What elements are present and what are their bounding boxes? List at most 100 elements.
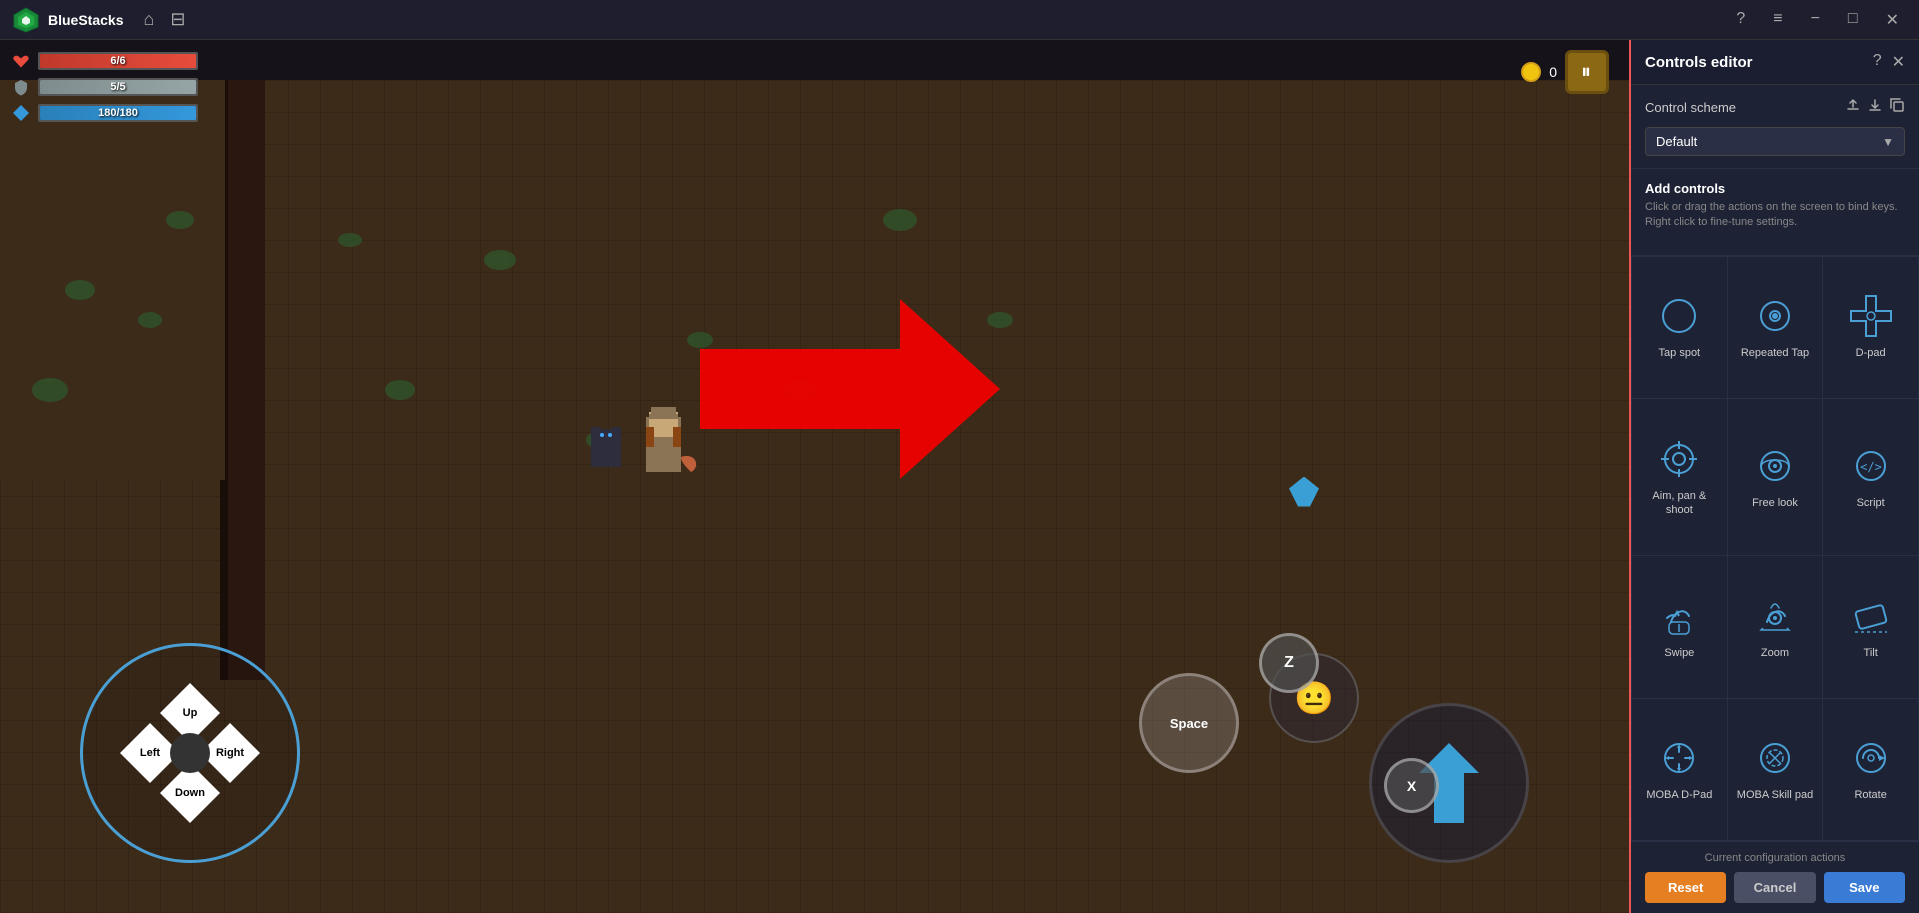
dropdown-arrow-icon: ▼ <box>1882 135 1894 149</box>
cancel-button[interactable]: Cancel <box>1734 872 1815 903</box>
swipe-icon <box>1657 594 1701 638</box>
scheme-value: Default <box>1656 134 1697 149</box>
control-zoom[interactable]: Zoom <box>1728 556 1823 697</box>
control-rotate[interactable]: Rotate <box>1823 699 1918 840</box>
zoom-icon <box>1753 594 1797 638</box>
game-area: 6/6 5/5 <box>0 40 1629 913</box>
panel-title: Controls editor <box>1645 54 1753 71</box>
config-text: Current configuration actions <box>1645 852 1905 864</box>
menu-button[interactable]: ≡ <box>1765 6 1790 34</box>
dpad-label: D-pad <box>1856 346 1886 360</box>
panel-footer: Current configuration actions Reset Canc… <box>1631 841 1919 913</box>
windows-icon[interactable]: ⊟ <box>170 9 185 30</box>
mana-text: 5/5 <box>40 80 196 94</box>
z-button[interactable]: Z <box>1259 633 1319 693</box>
aim-icon <box>1657 437 1701 481</box>
panel-header: Controls editor ? ✕ <box>1631 40 1919 85</box>
shield-icon <box>10 76 32 98</box>
home-icon[interactable]: ⌂ <box>143 9 154 30</box>
x-button[interactable]: X <box>1384 758 1439 813</box>
reset-button[interactable]: Reset <box>1645 872 1726 903</box>
copy-scheme-icon[interactable] <box>1889 97 1905 117</box>
svg-text:</>: </> <box>1860 460 1882 474</box>
repeated-tap-icon <box>1753 294 1797 338</box>
panel-header-icons: ? ✕ <box>1873 52 1905 72</box>
maximize-button[interactable]: □ <box>1840 6 1866 34</box>
control-swipe[interactable]: Swipe <box>1632 556 1727 697</box>
z-label: Z <box>1284 654 1294 672</box>
dpad-up-label: Up <box>183 707 198 719</box>
moba-dpad-icon <box>1657 736 1701 780</box>
tap-spot-label: Tap spot <box>1659 346 1701 360</box>
minimize-button[interactable]: − <box>1803 6 1828 34</box>
zoom-label: Zoom <box>1761 646 1789 660</box>
health-text: 6/6 <box>40 54 196 68</box>
free-look-icon <box>1753 444 1797 488</box>
health-bar-row: 6/6 <box>10 50 198 72</box>
close-button[interactable]: ✕ <box>1878 6 1907 34</box>
heart-icon <box>10 50 32 72</box>
dpad-circle: Up Down Left Right <box>80 643 300 863</box>
scheme-label: Control scheme <box>1645 100 1837 115</box>
coin-count: 0 <box>1549 64 1557 80</box>
pause-button[interactable]: ⏸ <box>1565 50 1609 94</box>
control-tilt[interactable]: Tilt <box>1823 556 1918 697</box>
nav-icons: ⌂ ⊟ <box>143 9 185 30</box>
script-label: Script <box>1857 496 1885 510</box>
health-bar: 6/6 <box>38 52 198 70</box>
swipe-label: Swipe <box>1664 646 1694 660</box>
window-controls: ? ≡ − □ ✕ <box>1728 6 1907 34</box>
tilt-label: Tilt <box>1864 646 1878 660</box>
script-icon: </> <box>1849 444 1893 488</box>
mana-bar: 5/5 <box>38 78 198 96</box>
controls-grid: Tap spot Repeated Tap <box>1631 256 1919 841</box>
stamina-bar: 180/180 <box>38 104 198 122</box>
scheme-dropdown[interactable]: Default ▼ <box>1645 127 1905 156</box>
free-look-label: Free look <box>1752 496 1798 510</box>
add-controls-section: Add controls Click or drag the actions o… <box>1631 169 1919 256</box>
add-controls-title: Add controls <box>1645 181 1905 196</box>
download-scheme-icon[interactable] <box>1867 97 1883 117</box>
repeated-tap-label: Repeated Tap <box>1741 346 1809 360</box>
panel-help-icon[interactable]: ? <box>1873 52 1882 72</box>
game-hud: 6/6 5/5 <box>10 50 198 124</box>
stamina-text: 180/180 <box>40 106 196 120</box>
title-bar: BlueStacks ⌂ ⊟ ? ≡ − □ ✕ <box>0 0 1919 40</box>
control-moba-skill-pad[interactable]: MOBA Skill pad <box>1728 699 1823 840</box>
rotate-label: Rotate <box>1854 788 1886 802</box>
moba-dpad-label: MOBA D-Pad <box>1646 788 1712 802</box>
diamond-icon <box>10 102 32 124</box>
mana-bar-row: 5/5 <box>10 76 198 98</box>
x-label: X <box>1407 778 1416 794</box>
space-label: Space <box>1170 716 1208 731</box>
dpad-cross: Up Down Left Right <box>125 688 255 818</box>
control-script[interactable]: </> Script <box>1823 399 1918 555</box>
space-button[interactable]: Space <box>1139 673 1239 773</box>
dpad-left-label: Left <box>140 747 160 759</box>
help-button[interactable]: ? <box>1728 6 1753 34</box>
pause-icon: ⏸ <box>1581 61 1593 84</box>
control-free-look[interactable]: Free look <box>1728 399 1823 555</box>
control-tap-spot[interactable]: Tap spot <box>1632 257 1727 398</box>
control-aim-pan-shoot[interactable]: Aim, pan & shoot <box>1632 399 1727 555</box>
save-button[interactable]: Save <box>1824 872 1905 903</box>
controls-panel: Controls editor ? ✕ Control scheme <box>1629 40 1919 913</box>
scheme-action-icons <box>1845 97 1905 117</box>
moba-skill-icon <box>1753 736 1797 780</box>
dpad-center <box>170 733 210 773</box>
main-content: 6/6 5/5 <box>0 40 1919 913</box>
app-name: BlueStacks <box>48 12 123 28</box>
control-repeated-tap[interactable]: Repeated Tap <box>1728 257 1823 398</box>
panel-close-icon[interactable]: ✕ <box>1892 52 1905 72</box>
dpad-control: Up Down Left Right <box>80 643 300 863</box>
dpad-icon <box>1849 294 1893 338</box>
tap-spot-icon <box>1657 294 1701 338</box>
tilt-icon <box>1849 594 1893 638</box>
game-hud-right: 0 ⏸ <box>1521 50 1609 94</box>
footer-buttons: Reset Cancel Save <box>1645 872 1905 903</box>
control-dpad[interactable]: D-pad <box>1823 257 1918 398</box>
scheme-row: Control scheme <box>1645 97 1905 117</box>
upload-scheme-icon[interactable] <box>1845 97 1861 117</box>
control-moba-dpad[interactable]: MOBA D-Pad <box>1632 699 1727 840</box>
rotate-icon <box>1849 736 1893 780</box>
